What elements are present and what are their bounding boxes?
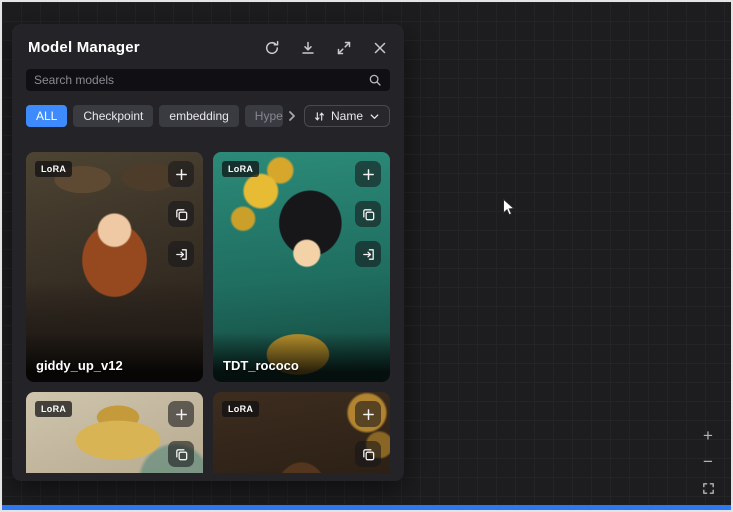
- search-icon: [368, 73, 382, 87]
- plus-icon: [174, 167, 189, 182]
- search-bar: [26, 69, 390, 91]
- mouse-cursor: [502, 198, 516, 223]
- chevron-right-icon[interactable]: [286, 110, 298, 122]
- card-actions: [355, 401, 381, 467]
- copy-icon: [174, 207, 189, 222]
- plus-icon: [174, 407, 189, 422]
- page-title: Model Manager: [28, 39, 140, 56]
- model-card-grid: LoRA giddy_up_v12 LoRA: [26, 152, 390, 473]
- sort-dropdown[interactable]: Name: [304, 105, 390, 127]
- model-type-badge: LoRA: [35, 401, 72, 417]
- fit-view-button[interactable]: [698, 478, 718, 498]
- copy-model-button[interactable]: [168, 441, 194, 467]
- copy-model-button[interactable]: [168, 201, 194, 227]
- copy-icon: [174, 447, 189, 462]
- close-button[interactable]: [371, 39, 388, 56]
- fit-view-icon: [701, 481, 716, 496]
- expand-button[interactable]: [335, 39, 352, 56]
- search-input[interactable]: [34, 73, 368, 87]
- import-icon: [361, 247, 376, 262]
- model-type-badge: LoRA: [222, 401, 259, 417]
- zoom-in-button[interactable]: +: [698, 426, 718, 446]
- add-model-button[interactable]: [355, 161, 381, 187]
- card-actions: [355, 161, 381, 267]
- model-manager-panel: Model Manager: [12, 24, 404, 481]
- expand-icon: [336, 40, 352, 56]
- model-type-badge: LoRA: [222, 161, 259, 177]
- window-accent-bar: [2, 505, 731, 510]
- zoom-out-button[interactable]: −: [698, 452, 718, 472]
- card-actions: [168, 401, 194, 467]
- load-model-button[interactable]: [168, 241, 194, 267]
- load-model-button[interactable]: [355, 241, 381, 267]
- copy-icon: [361, 207, 376, 222]
- filter-all[interactable]: ALL: [26, 105, 67, 127]
- panel-toolbar: [263, 39, 388, 56]
- canvas-zoom-controls: + −: [698, 426, 718, 498]
- filter-bar: ALL Checkpoint embedding Hype Name: [26, 104, 390, 128]
- filter-hypernetwork[interactable]: Hype: [245, 105, 283, 127]
- model-card[interactable]: LoRA: [26, 392, 203, 473]
- refresh-icon: [264, 40, 280, 56]
- refresh-button[interactable]: [263, 39, 280, 56]
- copy-model-button[interactable]: [355, 201, 381, 227]
- download-icon: [300, 40, 316, 56]
- close-icon: [372, 40, 388, 56]
- model-name: TDT_rococo: [213, 332, 390, 382]
- plus-icon: [361, 407, 376, 422]
- model-card[interactable]: LoRA: [213, 392, 390, 473]
- card-actions: [168, 161, 194, 267]
- sort-icon: [313, 110, 326, 123]
- add-model-button[interactable]: [168, 161, 194, 187]
- copy-model-button[interactable]: [355, 441, 381, 467]
- model-card[interactable]: LoRA giddy_up_v12: [26, 152, 203, 382]
- model-name: giddy_up_v12: [26, 332, 203, 382]
- model-type-badge: LoRA: [35, 161, 72, 177]
- filter-checkpoint[interactable]: Checkpoint: [73, 105, 153, 127]
- sort-label: Name: [331, 109, 363, 123]
- download-button[interactable]: [299, 39, 316, 56]
- model-card[interactable]: LoRA TDT_rococo: [213, 152, 390, 382]
- panel-header: Model Manager: [12, 24, 404, 56]
- copy-icon: [361, 447, 376, 462]
- add-model-button[interactable]: [355, 401, 381, 427]
- import-icon: [174, 247, 189, 262]
- app-window: Model Manager: [0, 0, 733, 512]
- chevron-down-icon: [368, 110, 381, 123]
- plus-icon: [361, 167, 376, 182]
- filter-embedding[interactable]: embedding: [159, 105, 238, 127]
- add-model-button[interactable]: [168, 401, 194, 427]
